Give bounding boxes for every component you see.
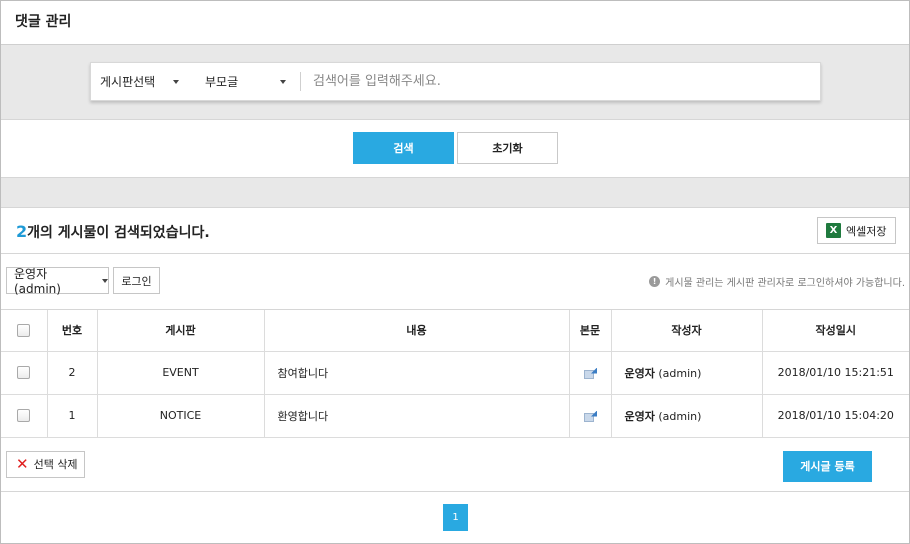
column-header-board: 게시판 xyxy=(97,310,265,352)
search-input[interactable] xyxy=(301,74,701,89)
excel-save-label: 엑셀저장 xyxy=(846,224,887,238)
column-header-writer: 작성자 xyxy=(611,310,763,352)
category-select[interactable]: 부모글 xyxy=(195,63,300,100)
row-view-cell xyxy=(569,351,612,395)
board-select[interactable]: 게시판선택 xyxy=(91,63,195,100)
row-view-cell xyxy=(569,394,612,438)
row-content[interactable]: 참여합니다 xyxy=(264,351,570,395)
divider-band xyxy=(1,178,909,208)
column-header-date: 작성일시 xyxy=(762,310,909,352)
row-writer: 운영자 (admin) xyxy=(611,394,763,438)
close-icon: ✕ xyxy=(16,454,29,473)
view-post-icon[interactable] xyxy=(584,410,597,422)
info-icon: ! xyxy=(649,276,661,287)
row-checkbox[interactable] xyxy=(17,366,31,380)
board-select-label: 게시판선택 xyxy=(100,75,156,89)
view-post-icon[interactable] xyxy=(584,367,597,379)
select-all-cell xyxy=(1,310,48,352)
category-select-label: 부모글 xyxy=(205,75,239,89)
writer-id: (admin) xyxy=(654,409,702,423)
chevron-down-icon xyxy=(173,79,180,84)
pagination: 1 xyxy=(1,492,909,542)
admin-select[interactable]: 운영자 (admin) xyxy=(6,267,109,296)
row-checkbox[interactable] xyxy=(17,409,31,423)
row-number: 1 xyxy=(47,394,98,438)
posts-table: 번호 게시판 내용 본문 작성자 작성일시 2 EVENT 참여합니다 운영자 … xyxy=(1,310,909,438)
row-writer: 운영자 (admin) xyxy=(611,351,763,395)
page-number-current[interactable]: 1 xyxy=(443,503,468,531)
row-board: EVENT xyxy=(97,351,265,395)
search-area: 게시판선택 부모글 xyxy=(1,45,909,120)
column-header-body: 본문 xyxy=(569,310,612,352)
reset-button[interactable]: 초기화 xyxy=(457,132,558,164)
search-box: 게시판선택 부모글 xyxy=(90,62,821,101)
writer-id: (admin) xyxy=(654,366,702,380)
search-button-row: 검색 초기화 xyxy=(1,120,909,178)
table-header-row: 번호 게시판 내용 본문 작성자 작성일시 xyxy=(1,310,909,352)
row-select-cell xyxy=(1,351,48,395)
register-post-button[interactable]: 게시글 등록 xyxy=(783,450,872,482)
row-date: 2018/01/10 15:21:51 xyxy=(762,351,909,395)
column-header-number: 번호 xyxy=(47,310,98,352)
select-all-checkbox[interactable] xyxy=(17,324,31,337)
bottom-action-row: ✕ 선택 삭제 게시글 등록 xyxy=(1,438,909,492)
chevron-down-icon xyxy=(280,79,287,84)
result-text: 2개의 게시물이 검색되었습니다. xyxy=(16,222,210,242)
table-row: 1 NOTICE 환영합니다 운영자 (admin) 2018/01/10 15… xyxy=(1,394,909,438)
result-label: 개의 게시물이 검색되었습니다. xyxy=(27,225,210,241)
comment-management-panel: 댓글 관리 게시판선택 부모글 검색 초기화 2개의 게시물이 검색되었습니다.… xyxy=(0,0,910,544)
row-content[interactable]: 환영합니다 xyxy=(264,394,570,438)
column-header-content: 내용 xyxy=(264,310,570,352)
login-button[interactable]: 로그인 xyxy=(113,267,160,294)
result-summary: 2개의 게시물이 검색되었습니다. X 엑셀저장 xyxy=(1,208,909,254)
delete-selected-button[interactable]: ✕ 선택 삭제 xyxy=(6,450,85,478)
admin-notice-text: 게시물 관리는 게시판 관리자로 로그인하셔야 가능합니다. xyxy=(665,278,905,289)
admin-select-label: 운영자 (admin) xyxy=(14,267,61,296)
writer-name: 운영자 xyxy=(624,409,655,423)
row-number: 2 xyxy=(47,351,98,395)
row-board: NOTICE xyxy=(97,394,265,438)
row-date: 2018/01/10 15:04:20 xyxy=(762,394,909,438)
search-button[interactable]: 검색 xyxy=(353,132,454,164)
admin-row: 운영자 (admin) 로그인 ! 게시물 관리는 게시판 관리자로 로그인하셔… xyxy=(1,254,909,310)
page-title: 댓글 관리 xyxy=(1,1,909,45)
delete-selected-label: 선택 삭제 xyxy=(33,458,78,471)
writer-name: 운영자 xyxy=(624,366,655,380)
excel-icon: X xyxy=(826,223,841,238)
result-count: 2 xyxy=(16,222,28,241)
admin-notice: ! 게시물 관리는 게시판 관리자로 로그인하셔야 가능합니다. xyxy=(649,274,905,289)
table-row: 2 EVENT 참여합니다 운영자 (admin) 2018/01/10 15:… xyxy=(1,351,909,395)
row-select-cell xyxy=(1,394,48,438)
chevron-down-icon xyxy=(102,278,108,283)
excel-save-button[interactable]: X 엑셀저장 xyxy=(817,217,896,244)
